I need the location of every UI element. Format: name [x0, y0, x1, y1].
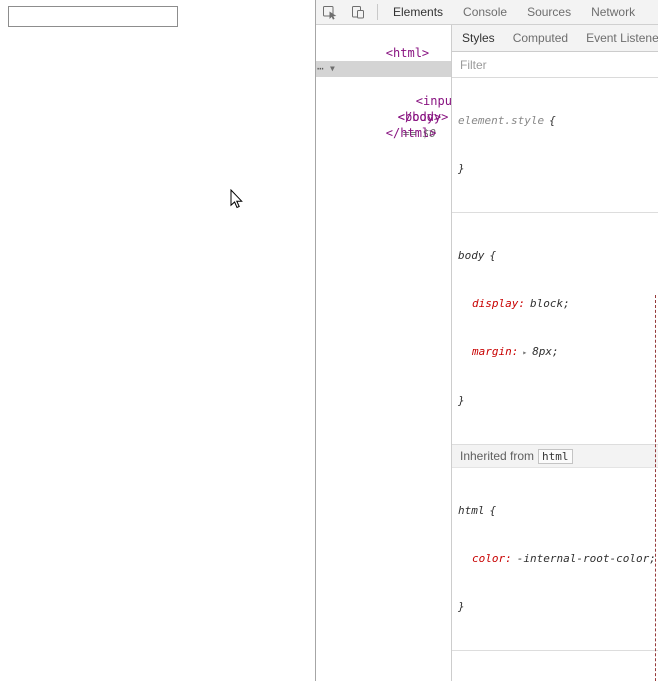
property-value[interactable]: 8px; — [532, 345, 559, 358]
dom-tag: </html> — [385, 126, 437, 140]
rule-selector-line[interactable]: body { — [458, 248, 654, 264]
property-value[interactable]: block; — [530, 297, 570, 310]
open-brace: { — [489, 249, 497, 262]
toolbar-separator — [377, 4, 378, 20]
tab-elements[interactable]: Elements — [383, 0, 453, 24]
tab-network[interactable]: Network — [581, 0, 645, 24]
property-name[interactable]: margin: — [472, 345, 518, 358]
tab-styles[interactable]: Styles — [453, 25, 504, 51]
dom-node-html-close[interactable]: </html> — [316, 109, 451, 140]
tab-computed[interactable]: Computed — [504, 25, 577, 51]
close-brace: } — [458, 600, 465, 613]
rule-selector-line[interactable]: html { — [458, 503, 654, 519]
devtools-panel: Elements Console Sources Network <html> … — [315, 0, 658, 681]
dom-node-input[interactable]: <input> — [316, 77, 451, 108]
dom-node-html-open[interactable]: <html> — [316, 29, 451, 60]
rule-element-style: element.style { } — [452, 78, 658, 213]
open-brace: { — [549, 114, 556, 127]
css-property-color[interactable]: color: -internal-root-color; — [458, 551, 656, 567]
css-property-margin[interactable]: margin: ▸ 8px; — [458, 344, 654, 361]
expand-property-icon[interactable]: ▸ — [522, 348, 527, 357]
inherited-node-link[interactable]: html — [538, 449, 573, 464]
property-name[interactable]: display: — [472, 297, 525, 310]
tab-sources[interactable]: Sources — [517, 0, 581, 24]
device-toolbar-icon[interactable] — [344, 0, 372, 24]
close-brace: } — [458, 394, 465, 407]
dashed-guide-line — [655, 295, 656, 681]
overflow-dots-icon[interactable]: ⋯ — [317, 61, 324, 77]
close-brace: } — [458, 162, 465, 175]
property-value[interactable]: -internal-root-color; — [517, 552, 656, 565]
tab-console[interactable]: Console — [453, 0, 517, 24]
property-name[interactable]: color: — [472, 552, 512, 565]
rule-html: html { color: -internal-root-color; } — [452, 468, 658, 651]
inherited-label: Inherited from — [460, 449, 535, 463]
css-property-display[interactable]: display: block; — [458, 296, 654, 312]
dom-tree-panel: <html> <head></head> ⋯ ▼ <body> == $0 <i… — [316, 25, 451, 681]
expand-arrow-icon[interactable]: ▼ — [330, 61, 335, 77]
inherited-from-header: Inherited from html — [452, 445, 658, 468]
styles-sidebar: Styles Computed Event Listeners element.… — [451, 25, 658, 681]
page-content — [0, 0, 315, 681]
page-text-input[interactable] — [8, 6, 178, 27]
rule-body: body { display: block; margin: ▸ 8px; } — [452, 213, 658, 445]
mouse-cursor-icon — [230, 189, 243, 209]
open-brace: { — [489, 504, 497, 517]
styles-filter-input[interactable] — [460, 57, 650, 72]
inspect-element-icon[interactable] — [316, 0, 344, 24]
styles-tab-bar: Styles Computed Event Listeners — [452, 25, 658, 52]
rule-selector-line[interactable]: element.style { — [458, 113, 654, 129]
dom-node-head[interactable]: <head></head> — [316, 45, 451, 76]
selector: element.style — [458, 114, 545, 127]
selector: body — [458, 249, 485, 262]
selector: html — [458, 504, 485, 517]
dom-node-body-close[interactable]: </body> — [316, 93, 451, 124]
tab-event-listeners[interactable]: Event Listeners — [577, 25, 658, 51]
dom-node-body-selected[interactable]: ⋯ ▼ <body> == $0 — [316, 61, 451, 140]
devtools-toolbar: Elements Console Sources Network — [316, 0, 658, 25]
styles-filter-bar — [452, 52, 658, 78]
